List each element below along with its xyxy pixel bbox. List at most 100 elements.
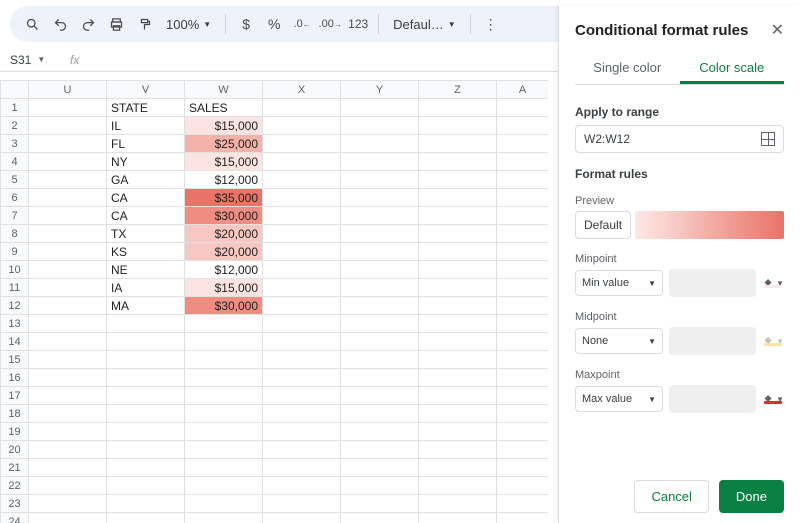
cell[interactable] [29, 441, 107, 459]
cell[interactable] [29, 405, 107, 423]
cell[interactable] [419, 405, 497, 423]
tab-single-color[interactable]: Single color [575, 54, 680, 84]
preview-preset-select[interactable]: Default [575, 211, 631, 239]
cell[interactable] [497, 171, 549, 189]
cell[interactable]: $12,000 [185, 261, 263, 279]
cell[interactable] [341, 189, 419, 207]
cell[interactable] [263, 225, 341, 243]
cell[interactable]: $20,000 [185, 243, 263, 261]
row-header[interactable]: 15 [1, 351, 29, 369]
row-header[interactable]: 24 [1, 513, 29, 523]
cell[interactable] [419, 513, 497, 523]
cell[interactable]: $15,000 [185, 153, 263, 171]
cell[interactable] [497, 135, 549, 153]
print-icon[interactable] [104, 12, 128, 36]
row-header[interactable]: 6 [1, 189, 29, 207]
cell[interactable] [419, 423, 497, 441]
cell[interactable] [341, 405, 419, 423]
cell[interactable] [341, 387, 419, 405]
cell[interactable] [497, 225, 549, 243]
row-header[interactable]: 12 [1, 297, 29, 315]
row-header[interactable]: 8 [1, 225, 29, 243]
cell[interactable] [107, 351, 185, 369]
cell[interactable] [29, 477, 107, 495]
cell[interactable]: GA [107, 171, 185, 189]
cell[interactable] [185, 477, 263, 495]
cell[interactable] [341, 333, 419, 351]
cell[interactable] [29, 189, 107, 207]
cell[interactable] [419, 495, 497, 513]
cell[interactable] [107, 315, 185, 333]
cell[interactable] [107, 513, 185, 523]
column-header[interactable]: Z [419, 81, 497, 99]
cell[interactable] [263, 171, 341, 189]
column-header[interactable]: W [185, 81, 263, 99]
row-header[interactable]: 7 [1, 207, 29, 225]
cell[interactable] [341, 351, 419, 369]
cell[interactable] [185, 495, 263, 513]
cell[interactable]: $15,000 [185, 117, 263, 135]
cell[interactable] [497, 297, 549, 315]
redo-icon[interactable] [76, 12, 100, 36]
cell[interactable] [185, 351, 263, 369]
more-options-icon[interactable]: ⋮ [479, 12, 503, 36]
cell[interactable]: STATE [107, 99, 185, 117]
cell[interactable] [107, 441, 185, 459]
cell[interactable] [341, 171, 419, 189]
percent-icon[interactable]: % [262, 12, 286, 36]
cell[interactable] [263, 495, 341, 513]
row-header[interactable]: 11 [1, 279, 29, 297]
minpoint-select[interactable]: Min value▼ [575, 270, 663, 296]
cell[interactable] [341, 279, 419, 297]
cell[interactable]: MA [107, 297, 185, 315]
cell[interactable] [185, 369, 263, 387]
cell[interactable] [341, 297, 419, 315]
minpoint-value-input[interactable] [669, 269, 756, 297]
row-header[interactable]: 3 [1, 135, 29, 153]
cell[interactable] [341, 117, 419, 135]
grid-select-icon[interactable] [761, 132, 775, 146]
cell[interactable] [497, 387, 549, 405]
cell[interactable] [497, 477, 549, 495]
cancel-button[interactable]: Cancel [634, 480, 708, 513]
cell[interactable] [497, 153, 549, 171]
cell[interactable] [263, 153, 341, 171]
cell[interactable] [29, 99, 107, 117]
cell[interactable] [263, 423, 341, 441]
column-header[interactable]: V [107, 81, 185, 99]
cell[interactable] [419, 189, 497, 207]
cell[interactable] [263, 99, 341, 117]
maxpoint-select[interactable]: Max value▼ [575, 386, 663, 412]
cell[interactable] [29, 387, 107, 405]
cell[interactable] [107, 387, 185, 405]
cell[interactable] [107, 333, 185, 351]
zoom-select[interactable]: 100% ▼ [160, 17, 217, 32]
cell[interactable] [29, 459, 107, 477]
cell[interactable]: SALES [185, 99, 263, 117]
cell[interactable] [29, 423, 107, 441]
cell[interactable]: $12,000 [185, 171, 263, 189]
cell[interactable] [263, 369, 341, 387]
column-header[interactable]: U [29, 81, 107, 99]
cell[interactable]: CA [107, 207, 185, 225]
row-header[interactable]: 14 [1, 333, 29, 351]
cell[interactable] [419, 225, 497, 243]
cell[interactable] [497, 441, 549, 459]
cell[interactable]: $30,000 [185, 207, 263, 225]
cell[interactable] [185, 423, 263, 441]
column-header[interactable]: Y [341, 81, 419, 99]
cell[interactable] [263, 189, 341, 207]
cell[interactable] [107, 423, 185, 441]
cell[interactable] [419, 279, 497, 297]
cell[interactable] [185, 459, 263, 477]
cell[interactable] [29, 369, 107, 387]
maxpoint-value-input[interactable] [669, 385, 756, 413]
cell[interactable]: FL [107, 135, 185, 153]
row-header[interactable]: 16 [1, 369, 29, 387]
cell[interactable] [29, 297, 107, 315]
column-header[interactable]: X [263, 81, 341, 99]
cell[interactable] [497, 495, 549, 513]
cell[interactable] [263, 243, 341, 261]
cell[interactable] [341, 99, 419, 117]
row-header[interactable]: 13 [1, 315, 29, 333]
